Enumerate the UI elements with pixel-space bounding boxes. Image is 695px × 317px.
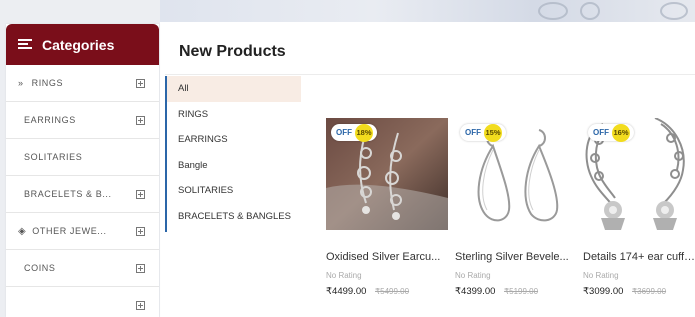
- divider: [165, 74, 695, 75]
- category-item-bracelets[interactable]: BRACELETS & B...: [6, 176, 159, 213]
- expand-plus-icon[interactable]: [136, 263, 145, 273]
- product-rating: No Rating: [583, 271, 619, 280]
- filter-tab-rings[interactable]: RINGS: [167, 102, 301, 128]
- filter-tab-all[interactable]: All: [167, 76, 301, 102]
- category-label: EARRINGS: [24, 115, 76, 125]
- product-image[interactable]: OFF 16%: [583, 118, 695, 230]
- banner-decoration: [538, 2, 568, 20]
- discount-percent: 15%: [484, 123, 502, 142]
- expand-plus-icon[interactable]: [136, 189, 145, 199]
- discount-badge: OFF 18%: [331, 123, 377, 142]
- category-item-solitaries[interactable]: SOLITARIES: [6, 139, 159, 176]
- product-card[interactable]: OFF 15% Sterling Silver Bevele... No Rat…: [455, 118, 577, 297]
- product-price: ₹4399.00: [455, 286, 496, 297]
- discount-prefix: OFF: [593, 128, 609, 137]
- discount-percent: 16%: [612, 123, 630, 142]
- filter-tab-bangle[interactable]: Bangle: [167, 153, 301, 179]
- categories-sidebar: Categories » RINGS EARRINGS SOLITARIES B…: [6, 24, 159, 317]
- product-name[interactable]: Oxidised Silver Earcu...: [326, 251, 448, 263]
- product-price-row: ₹3099.00 ₹3699.00: [583, 286, 695, 297]
- category-item-coins[interactable]: COINS: [6, 250, 159, 287]
- discount-prefix: OFF: [465, 128, 481, 137]
- filter-tab-bracelets-bangles[interactable]: BRACELETS & BANGLES: [167, 204, 301, 230]
- product-filter-tabs: All RINGS EARRINGS Bangle SOLITARIES BRA…: [165, 76, 301, 232]
- product-price: ₹3099.00: [583, 286, 624, 297]
- product-name[interactable]: Details 174+ ear cuff ...: [583, 251, 695, 263]
- product-card[interactable]: OFF 16% Details 174+ ear cuff ... No Rat…: [583, 118, 695, 297]
- product-old-price: ₹5199.00: [504, 287, 539, 296]
- double-chevron-right-icon: »: [18, 78, 24, 88]
- menu-icon: [18, 39, 32, 50]
- discount-prefix: OFF: [336, 128, 352, 137]
- category-item-earrings[interactable]: EARRINGS: [6, 102, 159, 139]
- product-price-row: ₹4399.00 ₹5199.00: [455, 286, 577, 297]
- product-card[interactable]: OFF 18% Oxidised Silver Earcu... No Rati…: [326, 118, 448, 297]
- category-item-more[interactable]: [6, 287, 159, 317]
- expand-plus-icon[interactable]: [136, 78, 145, 88]
- filter-tab-earrings[interactable]: EARRINGS: [167, 127, 301, 153]
- product-rating: No Rating: [326, 271, 362, 280]
- category-label: OTHER JEWE...: [32, 226, 107, 236]
- categories-header[interactable]: Categories: [6, 24, 159, 65]
- page-title: New Products: [179, 43, 286, 60]
- discount-badge: OFF 15%: [460, 123, 506, 142]
- product-price: ₹4499.00: [326, 286, 367, 297]
- product-rating: No Rating: [455, 271, 491, 280]
- expand-plus-icon[interactable]: [136, 301, 145, 310]
- product-image[interactable]: OFF 18%: [326, 118, 448, 230]
- category-label: RINGS: [31, 78, 64, 88]
- product-name[interactable]: Sterling Silver Bevele...: [455, 251, 577, 263]
- expand-plus-icon[interactable]: [136, 115, 145, 125]
- banner-decoration: [580, 2, 600, 20]
- banner-decoration: [660, 2, 688, 20]
- discount-badge: OFF 16%: [588, 123, 634, 142]
- categories-title: Categories: [42, 36, 115, 53]
- product-old-price: ₹3699.00: [632, 287, 667, 296]
- product-old-price: ₹5499.00: [375, 287, 410, 296]
- category-item-other-jewellery[interactable]: ◈ OTHER JEWE...: [6, 213, 159, 250]
- discount-percent: 18%: [355, 123, 373, 142]
- filter-tab-solitaries[interactable]: SOLITARIES: [167, 178, 301, 204]
- product-price-row: ₹4499.00 ₹5499.00: [326, 286, 448, 297]
- diamond-icon: ◈: [18, 225, 27, 237]
- category-label: SOLITARIES: [24, 152, 83, 162]
- top-banner: [160, 0, 695, 22]
- category-item-rings[interactable]: » RINGS: [6, 65, 159, 102]
- category-label: BRACELETS & B...: [24, 189, 112, 199]
- expand-plus-icon[interactable]: [136, 226, 145, 236]
- category-label: COINS: [24, 263, 56, 273]
- product-image[interactable]: OFF 15%: [455, 118, 577, 230]
